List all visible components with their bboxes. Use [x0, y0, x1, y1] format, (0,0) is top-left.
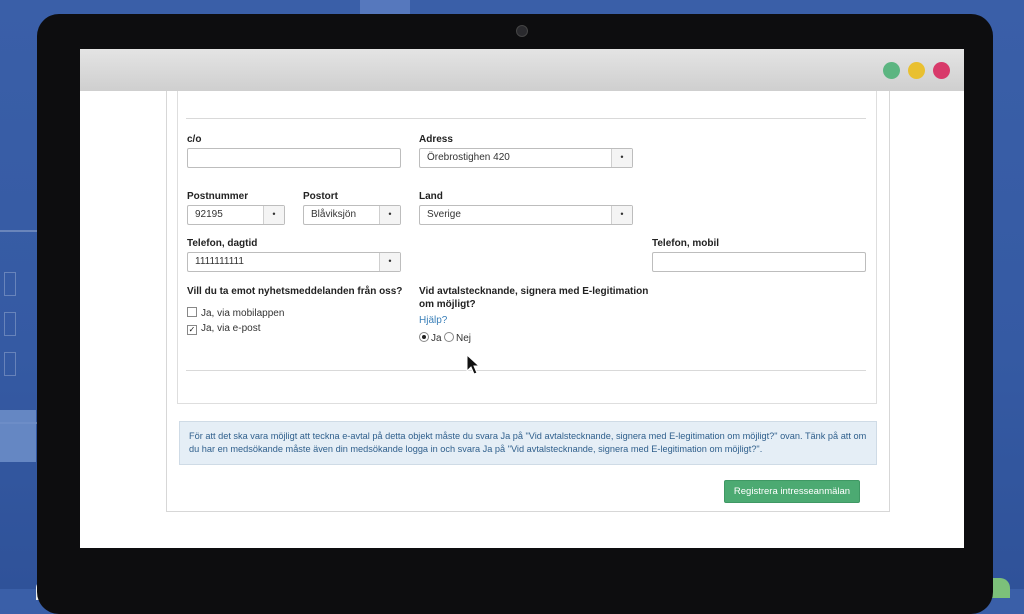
window-close-button[interactable] [933, 62, 950, 79]
address-label: Adress [419, 134, 453, 145]
esign-no-label: Nej [456, 333, 472, 344]
phone-day-value: 1111111111 [195, 256, 244, 267]
checkbox-checked-icon[interactable]: ✓ [187, 325, 197, 335]
window-maximize-button[interactable] [883, 62, 900, 79]
esign-no-radio[interactable]: Nej [444, 332, 471, 344]
address-select[interactable]: Örebrostighen 420 • [419, 148, 633, 168]
phone-day-button[interactable]: • [379, 253, 400, 271]
newsletter-email-checkbox[interactable]: ✓ Ja, via e-post [187, 323, 260, 335]
address-dropdown-button[interactable]: • [611, 149, 632, 167]
postal-code-value: 92195 [195, 209, 223, 220]
register-interest-button[interactable]: Registrera intresseanmälan [724, 480, 860, 503]
postal-code-button[interactable]: • [263, 206, 284, 224]
radio-selected-icon[interactable] [419, 332, 429, 342]
form-panel [177, 91, 877, 404]
co-input[interactable] [187, 148, 401, 168]
address-value: Örebrostighen 420 [427, 152, 510, 163]
country-select[interactable]: Sverige • [419, 205, 633, 225]
city-label: Postort [303, 191, 338, 202]
city-button[interactable]: • [379, 206, 400, 224]
laptop-frame: c/o Adress Örebrostighen 420 • Postnumme… [37, 14, 993, 614]
co-label: c/o [187, 134, 202, 145]
newsletter-email-label: Ja, via e-post [201, 323, 261, 334]
postal-code-input[interactable]: 92195 • [187, 205, 285, 225]
phone-day-input[interactable]: 1111111111 • [187, 252, 401, 272]
browser-window: c/o Adress Örebrostighen 420 • Postnumme… [80, 49, 964, 548]
arrow-cursor-icon [466, 354, 480, 375]
newsletter-mobile-label: Ja, via mobilappen [201, 308, 285, 319]
divider-bottom [186, 370, 866, 371]
newsletter-mobile-checkbox[interactable]: Ja, via mobilappen [187, 307, 284, 319]
checkbox-unchecked-icon[interactable] [187, 307, 197, 317]
window-titlebar [80, 49, 964, 91]
country-value: Sverige [427, 209, 461, 220]
phone-mobile-input[interactable] [652, 252, 866, 272]
city-value: Blåviksjön [311, 209, 357, 220]
country-label: Land [419, 191, 443, 202]
phone-day-label: Telefon, dagtid [187, 238, 258, 249]
background-panel [0, 410, 36, 462]
info-notice-text: För att det ska vara möjligt att teckna … [189, 431, 867, 454]
city-input[interactable]: Blåviksjön • [303, 205, 401, 225]
country-dropdown-button[interactable]: • [611, 206, 632, 224]
webcam-icon [516, 25, 528, 37]
esign-yes-radio[interactable]: Ja [419, 332, 442, 344]
esign-yes-label: Ja [431, 333, 442, 344]
window-minimize-button[interactable] [908, 62, 925, 79]
help-link[interactable]: Hjälp? [419, 315, 447, 326]
background-top-shape [360, 0, 410, 14]
postal-code-label: Postnummer [187, 191, 249, 202]
background-building-illustration [0, 230, 40, 424]
esign-question-line1: Vid avtalstecknande, signera med E-legit… [419, 286, 649, 297]
newsletter-question: Vill du ta emot nyhetsmeddelanden från o… [187, 286, 403, 297]
phone-mobile-label: Telefon, mobil [652, 238, 720, 249]
divider-top [186, 118, 866, 119]
info-notice: För att det ska vara möjligt att teckna … [179, 421, 877, 465]
esign-question-line2: om möjligt? [419, 299, 476, 310]
radio-unselected-icon[interactable] [444, 332, 454, 342]
